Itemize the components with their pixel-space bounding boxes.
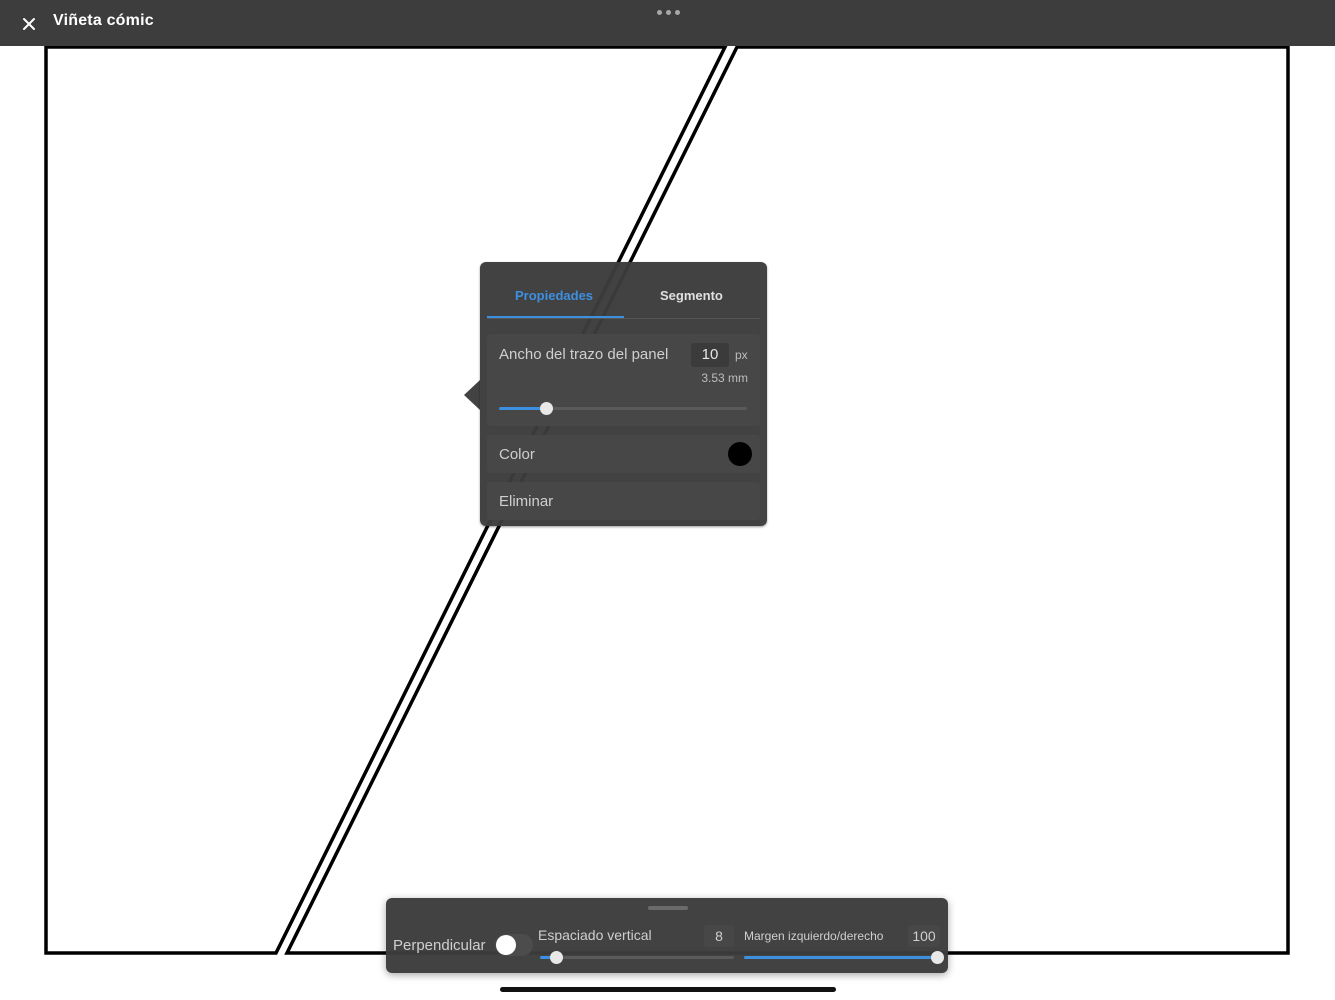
popover-tabs: Propiedades Segmento — [487, 280, 760, 319]
more-options-button[interactable] — [655, 6, 681, 18]
stroke-width-slider[interactable] — [499, 402, 747, 415]
delete-button[interactable]: Eliminar — [487, 482, 760, 520]
bottom-toolbar: Perpendicular Espaciado vertical 8 Marge… — [386, 898, 948, 973]
ellipsis-icon — [665, 9, 671, 15]
stroke-width-section: Ancho del trazo del panel 10 px 3.53 mm — [487, 334, 760, 426]
home-indicator — [500, 987, 836, 992]
close-icon — [23, 18, 35, 30]
slider-fill — [499, 407, 547, 410]
active-tab-indicator — [487, 316, 624, 318]
vertical-spacing-slider[interactable] — [540, 951, 734, 964]
stroke-width-unit: px — [735, 348, 748, 362]
color-label: Color — [499, 446, 535, 463]
slider-fill — [744, 956, 937, 959]
tab-propiedades[interactable]: Propiedades — [515, 288, 593, 303]
top-bar: Viñeta cómic — [0, 0, 1335, 46]
toolbar-grabber[interactable] — [648, 906, 688, 910]
side-margin-input[interactable]: 100 — [908, 925, 940, 947]
ellipsis-icon — [674, 9, 680, 15]
color-swatch[interactable] — [728, 442, 752, 466]
stroke-width-input[interactable]: 10 — [691, 343, 729, 367]
app-root: Viñeta cómic Propiedades Segmento Ancho … — [0, 0, 1335, 1000]
slider-thumb[interactable] — [549, 951, 563, 964]
toggle-knob — [496, 935, 516, 955]
side-margin-slider[interactable] — [744, 951, 944, 964]
perpendicular-label: Perpendicular — [393, 937, 486, 954]
stroke-width-mm: 3.53 mm — [701, 371, 748, 385]
popover-arrow — [464, 380, 480, 410]
document-title: Viñeta cómic — [53, 12, 154, 29]
vertical-spacing-input[interactable]: 8 — [704, 925, 734, 947]
slider-thumb[interactable] — [540, 402, 554, 415]
tab-segmento[interactable]: Segmento — [660, 288, 723, 303]
vertical-spacing-label: Espaciado vertical — [538, 927, 652, 943]
stroke-width-label: Ancho del trazo del panel — [499, 346, 669, 363]
slider-thumb[interactable] — [931, 951, 944, 964]
panel-properties-popover: Propiedades Segmento Ancho del trazo del… — [480, 262, 767, 526]
side-margin-label: Margen izquierdo/derecho — [744, 929, 884, 943]
delete-label: Eliminar — [499, 493, 554, 510]
close-button[interactable] — [14, 9, 44, 39]
perpendicular-toggle[interactable] — [495, 934, 533, 956]
ellipsis-icon — [656, 9, 662, 15]
color-section[interactable]: Color — [487, 435, 760, 473]
